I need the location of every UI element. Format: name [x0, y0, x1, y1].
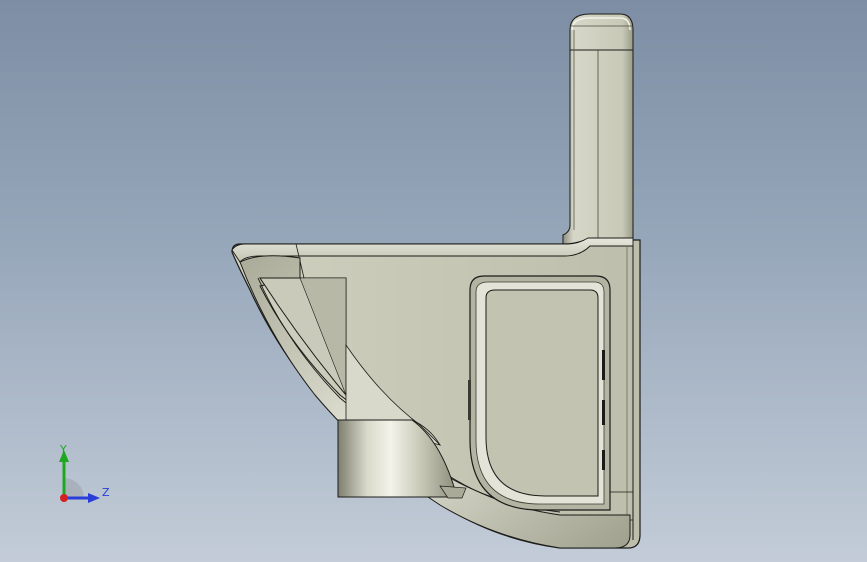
z-axis-label: Z: [102, 486, 110, 499]
y-axis-label: Y: [60, 443, 67, 456]
graphics-viewport[interactable]: Y Z: [0, 0, 867, 562]
cad-model[interactable]: [0, 0, 867, 562]
triad-quarter-disc: [64, 478, 84, 498]
x-axis-dot: [60, 494, 68, 502]
view-triad: [59, 450, 100, 503]
z-axis-arrow: [88, 493, 100, 503]
rounded-pocket[interactable]: [468, 275, 611, 511]
vertical-post[interactable]: [562, 13, 634, 247]
